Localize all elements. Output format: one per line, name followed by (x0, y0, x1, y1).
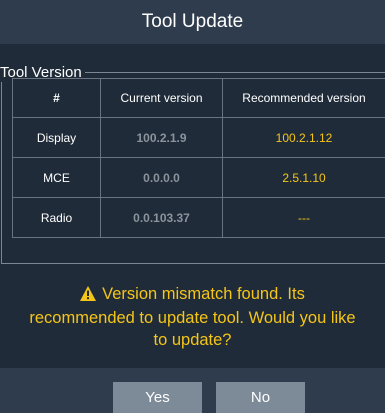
message-line-2: recommended to update tool. Would you li… (29, 309, 356, 327)
mismatch-message: Version mismatch found. Its recommended … (0, 283, 385, 351)
recommended-version-mce: 2.5.1.10 (222, 157, 385, 198)
tool-name-display: Display (12, 117, 101, 158)
table-row: Radio 0.0.103.37 --- (12, 197, 385, 238)
tool-update-dialog: Tool Update Tool Version # Current versi… (0, 0, 385, 413)
tool-name-mce: MCE (12, 157, 101, 198)
yes-button[interactable]: Yes (113, 382, 202, 413)
current-version-display: 100.2.1.9 (100, 117, 223, 158)
no-button[interactable]: No (216, 382, 305, 413)
message-line-1: Version mismatch found. Its (102, 285, 305, 303)
column-header-current-version: Current version (100, 78, 223, 118)
dialog-title: Tool Update (141, 11, 244, 32)
tool-name-radio: Radio (12, 197, 101, 238)
version-table: # Current version Recommended version Di… (12, 78, 385, 238)
warning-triangle-icon (80, 285, 97, 307)
recommended-version-radio: --- (222, 197, 385, 238)
current-version-mce: 0.0.0.0 (100, 157, 223, 198)
column-header-number: # (12, 78, 101, 118)
table-row: Display 100.2.1.9 100.2.1.12 (12, 117, 385, 158)
message-line-3: to update? (153, 331, 232, 349)
column-header-recommended-version: Recommended version (222, 78, 385, 118)
dialog-title-bar: Tool Update (0, 0, 385, 44)
recommended-version-display: 100.2.1.12 (222, 117, 385, 158)
current-version-radio: 0.0.103.37 (100, 197, 223, 238)
table-header-row: # Current version Recommended version (12, 78, 385, 118)
table-row: MCE 0.0.0.0 2.5.1.10 (12, 157, 385, 198)
